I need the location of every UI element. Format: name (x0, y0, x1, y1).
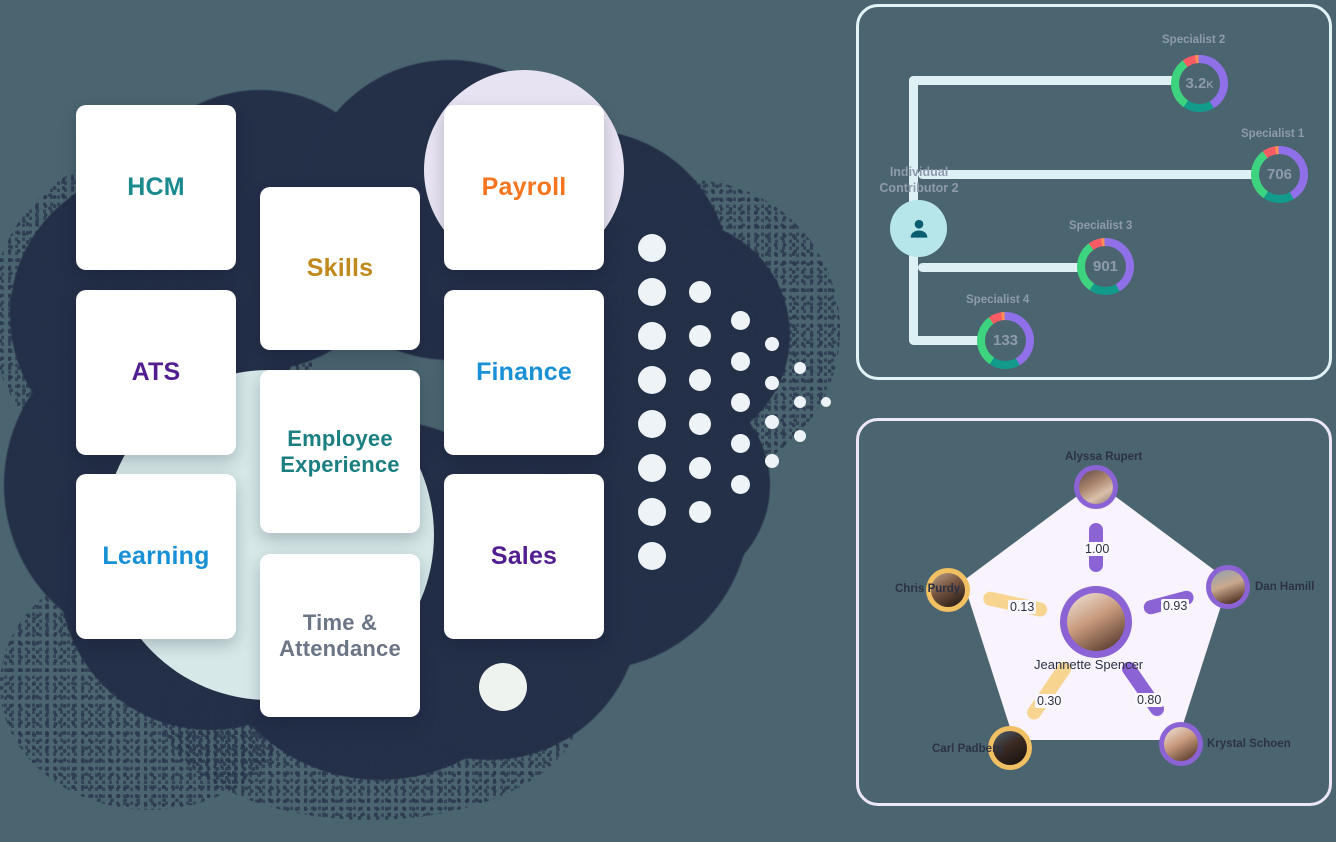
avatar[interactable] (1159, 722, 1203, 766)
avatar-photo (1211, 570, 1245, 604)
avatar[interactable] (1206, 565, 1250, 609)
avatar-name-label: Krystal Schoen (1207, 738, 1291, 750)
avatar[interactable] (1074, 465, 1118, 509)
avatar-name-label: Alyssa Rupert (1065, 451, 1143, 463)
network-edge-weight: 0.30 (1035, 694, 1064, 708)
network-edge-weight: 1.00 (1083, 542, 1112, 556)
avatar-name-label: Chris Purdy (895, 583, 961, 595)
network-edge-weight: 0.93 (1161, 599, 1190, 613)
avatar-photo (1079, 470, 1113, 504)
avatar-name-label: Jeannette Spencer (1034, 657, 1144, 672)
network-edge-weight: 0.80 (1135, 693, 1164, 707)
avatar-name-label: Dan Hamill (1255, 581, 1315, 593)
avatar-photo (1067, 593, 1125, 651)
avatar-name-label: Carl Padberg (932, 743, 1004, 755)
avatar[interactable] (1060, 586, 1132, 658)
network-edge-weight: 0.13 (1008, 600, 1037, 614)
network-graph-content: 1.00 0.93 0.80 0.30 0.13 Alyssa Rupert Dan Ha… (0, 0, 1336, 842)
avatar-photo (1164, 727, 1198, 761)
illustration-stage: HCM Skills Payroll ATS Employee Experience Fi… (0, 0, 1336, 842)
